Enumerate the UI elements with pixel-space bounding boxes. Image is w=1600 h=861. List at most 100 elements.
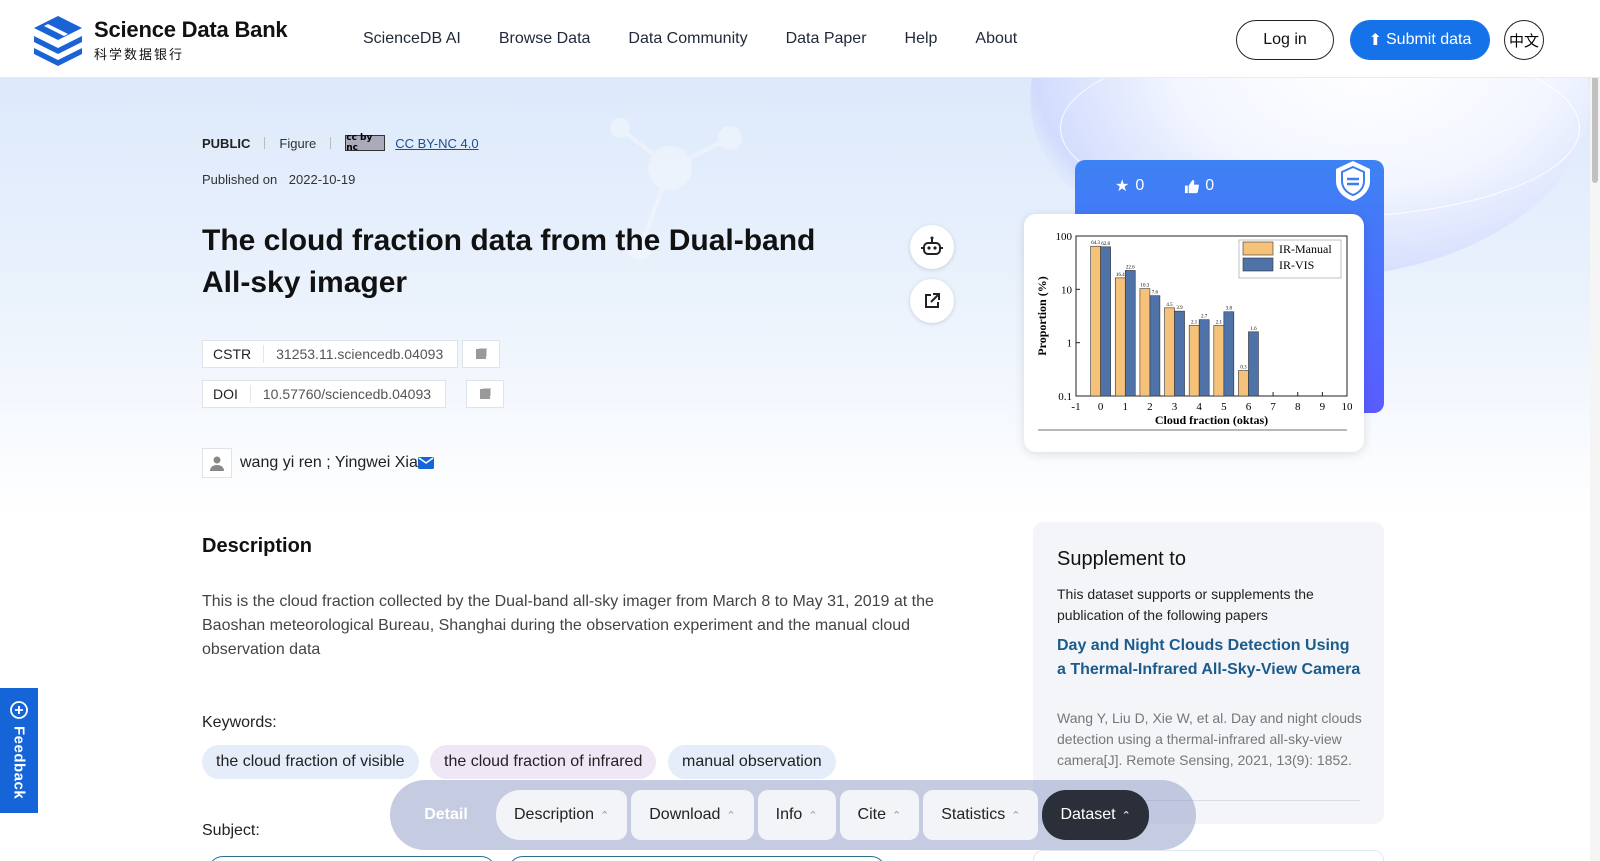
legend-label: IR-Manual xyxy=(1279,242,1332,256)
chevron-up-icon: ⌃ xyxy=(1121,809,1131,822)
data-label: 2.7 xyxy=(1201,315,1208,320)
nav-sciencedb-ai[interactable]: ScienceDB AI xyxy=(363,30,461,48)
subject-tag[interactable] xyxy=(508,856,886,861)
toolbar-cite-label: Cite xyxy=(857,806,886,823)
toolbar-statistics-button[interactable]: Statistics ⌃ xyxy=(923,790,1039,840)
nav-about[interactable]: About xyxy=(975,30,1017,48)
license-link[interactable]: CC BY-NC 4.0 xyxy=(395,136,478,151)
data-label: 7.6 xyxy=(1152,291,1159,296)
chevron-up-icon: ⌃ xyxy=(1011,809,1021,822)
login-button[interactable]: Log in xyxy=(1236,20,1334,60)
user-icon xyxy=(210,456,224,471)
x-tick-label: 7 xyxy=(1270,401,1276,413)
email-icon[interactable] xyxy=(417,457,434,469)
keyword-tag[interactable]: the cloud fraction of visible xyxy=(202,745,419,779)
feedback-label: Feedback xyxy=(10,726,28,800)
toolbar-info-button[interactable]: Info ⌃ xyxy=(757,790,836,840)
x-tick-label: -1 xyxy=(1071,401,1080,413)
submit-data-label: Submit data xyxy=(1386,31,1472,48)
toolbar-download-button[interactable]: Download ⌃ xyxy=(631,790,754,840)
keyword-tag[interactable]: the cloud fraction of infrared xyxy=(430,745,657,779)
resource-type-label: Figure xyxy=(279,135,317,151)
language-toggle-button[interactable]: 中文 xyxy=(1504,20,1544,60)
avatar xyxy=(202,448,232,478)
toolbar-dataset-button[interactable]: Dataset ⌃ xyxy=(1042,790,1149,840)
subject-label: Subject: xyxy=(202,822,260,839)
certified-shield-icon xyxy=(1336,161,1370,201)
published-value: 2022-10-19 xyxy=(288,172,356,187)
cloud-fraction-chart: 0.1 1 10 100 -1 0 1 2 3 4 5 6 7 8 9 10 64.3 16.4 10.3 4.5 2.… xyxy=(1035,231,1353,431)
doi-label: DOI xyxy=(203,385,251,403)
nav-data-community[interactable]: Data Community xyxy=(628,30,747,48)
upload-icon: ⬆ xyxy=(1368,32,1382,49)
keywords-label: Keywords: xyxy=(202,714,277,731)
supplement-panel: Supplement to This dataset supports or s… xyxy=(1033,522,1384,824)
star-icon: ★ xyxy=(1115,178,1130,195)
data-label: 3.8 xyxy=(1226,307,1233,312)
bar-ir-manual xyxy=(1188,325,1200,397)
copy-doi-button[interactable] xyxy=(466,380,504,408)
bar-ir-manual xyxy=(1114,277,1126,397)
cstr-label: CSTR xyxy=(203,345,265,363)
toolbar-description-label: Description xyxy=(514,806,595,823)
site-logo[interactable]: Science Data Bank 科学数据银行 xyxy=(30,12,288,68)
data-label: 64.3 xyxy=(1091,241,1100,246)
x-tick-label: 8 xyxy=(1295,401,1301,413)
keyword-tag[interactable]: manual observation xyxy=(668,745,836,779)
chevron-up-icon: ⌃ xyxy=(808,809,818,822)
visibility-label: PUBLIC xyxy=(202,135,251,151)
toolbar-cite-button[interactable]: Cite ⌃ xyxy=(839,790,920,840)
y-tick-label: 100 xyxy=(1056,231,1073,243)
ai-assistant-button[interactable] xyxy=(910,225,954,269)
supplement-paper-link[interactable]: Day and Night Clouds Detection Using a T… xyxy=(1057,634,1362,682)
bar-ir-vis xyxy=(1198,319,1210,397)
bar-ir-manual xyxy=(1213,325,1225,397)
favorite-count[interactable]: ★ 0 xyxy=(1115,176,1144,196)
external-link-icon xyxy=(925,293,940,308)
nav-browse-data[interactable]: Browse Data xyxy=(499,30,591,48)
main-nav: ScienceDB AI Browse Data Data Community … xyxy=(363,30,1017,48)
supplement-subtitle: This dataset supports or supplements the… xyxy=(1057,586,1314,623)
robot-icon xyxy=(921,236,943,255)
page-scrollbar[interactable] xyxy=(1590,0,1600,861)
cc-license-icon: cc by nc xyxy=(345,133,386,153)
data-label: 0.3 xyxy=(1240,366,1247,371)
x-tick-label: 3 xyxy=(1172,401,1178,413)
nav-data-paper[interactable]: Data Paper xyxy=(786,30,867,48)
toolbar-detail-label: Detail xyxy=(424,806,468,823)
description-text: This is the cloud fraction collected by … xyxy=(202,593,934,658)
x-tick-label: 1 xyxy=(1123,401,1129,413)
dataset-title: The cloud fraction data from the Dual-ba… xyxy=(202,224,816,299)
share-button[interactable] xyxy=(910,279,954,323)
bar-ir-vis xyxy=(1248,331,1259,397)
x-tick-label: 9 xyxy=(1320,401,1326,413)
copy-icon xyxy=(476,349,486,359)
figure-preview[interactable]: 0.1 1 10 100 -1 0 1 2 3 4 5 6 7 8 9 10 64.3 16.4 10.3 4.5 2.… xyxy=(1024,214,1364,452)
thumbs-up-icon xyxy=(1185,179,1200,193)
bar-ir-vis xyxy=(1149,295,1161,397)
description-heading: Description xyxy=(202,535,313,557)
copy-cstr-button[interactable] xyxy=(462,340,500,368)
feedback-tab[interactable]: Feedback xyxy=(0,688,38,813)
brand-name: Science Data Bank xyxy=(94,17,288,42)
subject-tag[interactable] xyxy=(208,856,496,861)
dataset-meta-row: PUBLIC Figure cc by nc CC BY-NC 4.0 xyxy=(202,133,479,153)
like-count[interactable]: 0 xyxy=(1184,176,1214,196)
toolbar-download-label: Download xyxy=(649,806,721,823)
y-axis-label: Proportion (%) xyxy=(1035,276,1049,355)
supplement-citation: Wang Y, Liu D, Xie W, et al. Day and nig… xyxy=(1057,710,1362,768)
published-label: Published on xyxy=(202,172,278,187)
x-tick-label: 2 xyxy=(1147,401,1153,413)
bar-ir-manual xyxy=(1139,288,1151,397)
chevron-up-icon: ⌃ xyxy=(891,809,902,822)
sidebar-card xyxy=(1033,850,1384,861)
toolbar-statistics-label: Statistics xyxy=(941,806,1006,823)
submit-data-button[interactable]: ⬆ Submit data xyxy=(1350,20,1490,60)
legend-swatch xyxy=(1242,241,1274,256)
nav-help[interactable]: Help xyxy=(905,30,938,48)
author-names[interactable]: wang yi ren ; Yingwei Xia xyxy=(240,454,418,472)
toolbar-description-button[interactable]: Description ⌃ xyxy=(496,790,628,840)
legend-label: IR-VIS xyxy=(1279,258,1314,272)
data-label: 62.8 xyxy=(1101,242,1110,247)
toolbar-info-label: Info xyxy=(775,806,803,823)
